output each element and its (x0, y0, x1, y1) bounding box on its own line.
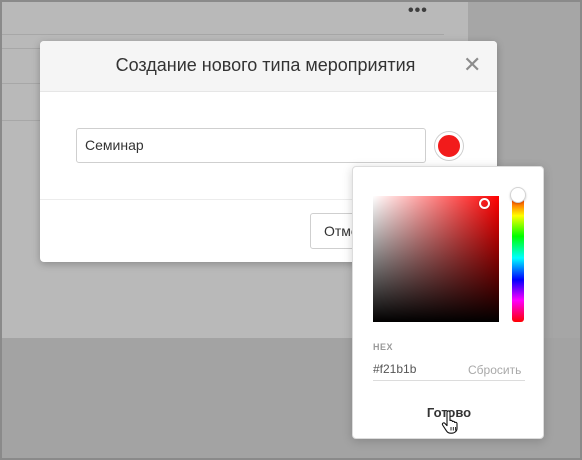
saturation-value-handle[interactable] (479, 198, 490, 209)
hand-pointer-cursor-icon (441, 410, 458, 434)
event-type-name-input[interactable]: Семинар (76, 128, 426, 163)
reset-button[interactable]: Сбросить (468, 363, 521, 377)
hex-input[interactable]: #f21b1b (373, 362, 416, 376)
hex-input-underline (373, 380, 525, 381)
more-horizontal-icon[interactable]: ••• (408, 2, 428, 20)
background-divider (2, 34, 444, 35)
color-picker-popover: HEX #f21b1b Сбросить Готово (352, 166, 544, 439)
hex-label: HEX (373, 342, 394, 352)
hue-slider-handle[interactable] (510, 187, 526, 203)
dialog-title: Создание нового типа мероприятия (115, 55, 416, 75)
dialog-header: Создание нового типа мероприятия ✕ (40, 41, 497, 92)
close-icon[interactable]: ✕ (463, 54, 481, 76)
hue-slider[interactable] (512, 194, 524, 322)
color-swatch-button[interactable] (435, 132, 463, 160)
saturation-value-area[interactable] (373, 196, 499, 322)
